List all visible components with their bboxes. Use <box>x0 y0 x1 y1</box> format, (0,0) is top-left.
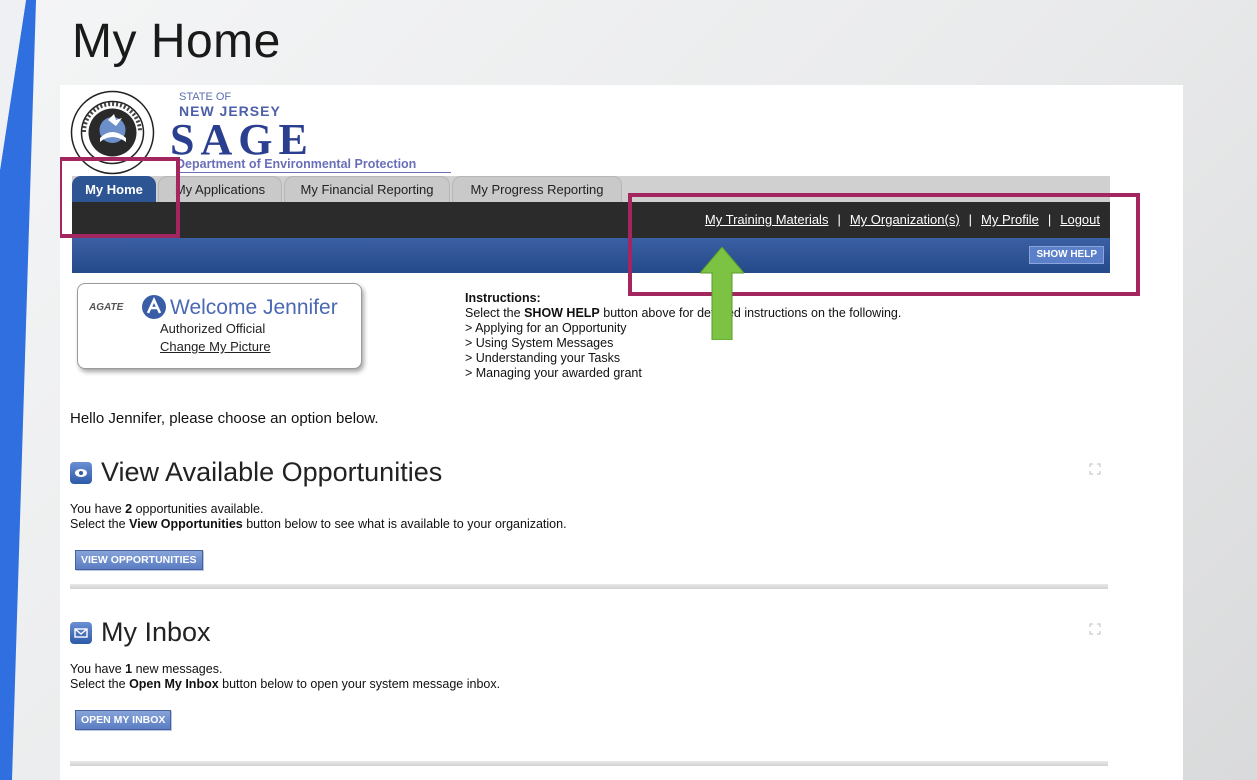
opportunities-heading: View Available Opportunities <box>70 457 442 488</box>
inbox-count-line: You have 1 new messages. <box>70 662 223 676</box>
agate-logo-text: AGATE <box>89 302 124 312</box>
open-my-inbox-button[interactable]: OPEN MY INBOX <box>75 710 172 730</box>
change-picture-link[interactable]: Change My Picture <box>160 339 271 354</box>
collapse-icon[interactable] <box>1089 463 1101 475</box>
section-divider <box>70 584 1108 589</box>
welcome-greeting: Welcome Jennifer <box>170 296 338 319</box>
opportunities-title: View Available Opportunities <box>101 457 443 487</box>
inbox-help-line: Select the Open My Inbox button below to… <box>70 677 501 691</box>
agate-logo: AGATE <box>89 302 124 312</box>
opportunities-text: You have 2 opportunities available. Sele… <box>70 502 567 532</box>
hello-message: Hello Jennifer, please choose an option … <box>70 410 379 427</box>
agate-logo-icon <box>142 295 166 319</box>
slide-title: My Home <box>72 15 281 68</box>
envelope-icon <box>70 621 92 644</box>
annotation-box-my-home <box>60 157 180 238</box>
brand-state-of: STATE OF <box>179 91 232 103</box>
slide-accent-bar <box>0 0 36 780</box>
instructions-item: > Applying for an Opportunity <box>465 321 627 335</box>
tab-my-progress-reporting[interactable]: My Progress Reporting <box>452 176 622 202</box>
welcome-card: AGATE Welcome Jennifer Authorized Offici… <box>77 283 362 369</box>
instructions-item: > Managing your awarded grant <box>465 366 642 380</box>
green-arrow-icon <box>700 247 744 340</box>
brand-department: Department of Environmental Protection <box>176 157 451 173</box>
instructions-item: > Understanding your Tasks <box>465 351 621 365</box>
inbox-title: My Inbox <box>101 617 211 647</box>
instructions-line: Select the SHOW HELP button above for de… <box>465 306 902 320</box>
collapse-icon[interactable] <box>1089 623 1101 635</box>
inbox-text: You have 1 new messages. Select the Open… <box>70 662 500 692</box>
user-role: Authorized Official <box>160 321 266 336</box>
opportunities-count-line: You have 2 opportunities available. <box>70 502 264 516</box>
instructions-item: > Using System Messages <box>465 336 614 350</box>
eye-icon <box>70 461 92 484</box>
tab-my-financial-reporting[interactable]: My Financial Reporting <box>284 176 450 202</box>
view-opportunities-button[interactable]: VIEW OPPORTUNITIES <box>75 550 203 570</box>
instructions-block: Instructions: Select the SHOW HELP butto… <box>465 291 901 381</box>
opportunities-help-line: Select the View Opportunities button bel… <box>70 517 567 531</box>
section-divider <box>70 761 1108 766</box>
app-screenshot: STATE OF NEW JERSEY SAGE Department of E… <box>60 85 1183 780</box>
inbox-heading: My Inbox <box>70 617 211 648</box>
